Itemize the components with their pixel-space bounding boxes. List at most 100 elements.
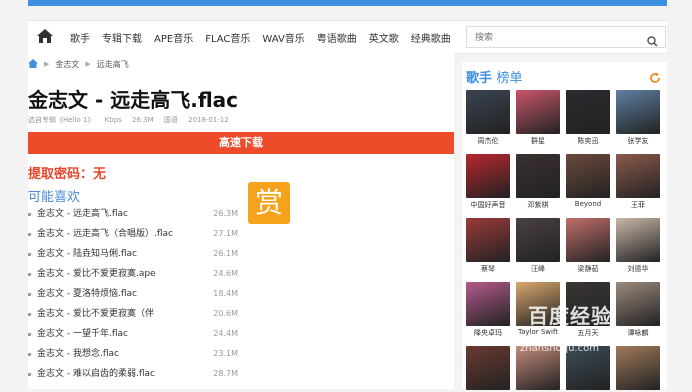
- artist-card[interactable]: 汪峰: [516, 218, 560, 274]
- artist-photo[interactable]: [616, 154, 660, 198]
- artist-name[interactable]: 邓紫棋: [516, 200, 560, 210]
- artist-card[interactable]: 群星: [516, 90, 560, 146]
- related-song-name[interactable]: 金志文 - 一望千年.flac: [37, 324, 202, 344]
- main-content: ▶ 金志文 ▶ 远走高飞 金志文 - 远走高飞.flac 选自专辑《Hello …: [28, 52, 454, 389]
- bullet-icon: [28, 373, 31, 376]
- artist-name[interactable]: 梁静茹: [566, 264, 610, 274]
- nav-item[interactable]: 英文歌: [369, 30, 399, 45]
- related-song-row[interactable]: 金志文 - 我想念.flac 23.1M: [28, 344, 238, 364]
- artist-card[interactable]: [466, 346, 510, 392]
- related-song-size: 26.1M: [213, 249, 238, 258]
- artist-photo[interactable]: [566, 154, 610, 198]
- meta-date: 2018-01-12: [188, 116, 229, 124]
- artist-name[interactable]: 中国好声音: [466, 200, 510, 210]
- related-song-size: 20.6M: [213, 309, 238, 318]
- nav-item[interactable]: WAV音乐: [262, 30, 304, 45]
- artist-photo[interactable]: [516, 90, 560, 134]
- refresh-icon[interactable]: [649, 69, 661, 83]
- nav-item[interactable]: 经典歌曲: [411, 30, 451, 45]
- artist-name[interactable]: 群星: [516, 136, 560, 146]
- artist-card[interactable]: 张学友: [616, 90, 660, 146]
- watermark-url: zhanshoqu.com: [520, 343, 599, 354]
- artist-photo[interactable]: [516, 218, 560, 262]
- artist-name[interactable]: 周杰伦: [466, 136, 510, 146]
- artist-card[interactable]: 陈奕迅: [566, 90, 610, 146]
- artist-name[interactable]: 谭咏麟: [616, 328, 660, 338]
- artist-card[interactable]: [616, 346, 660, 392]
- password-label: 提取密码：无: [28, 167, 107, 182]
- reward-button[interactable]: 赏: [248, 182, 290, 224]
- artist-name[interactable]: Beyond: [566, 200, 610, 208]
- artist-photo[interactable]: [566, 90, 610, 134]
- artist-name[interactable]: 张学友: [616, 136, 660, 146]
- artist-name[interactable]: 五月天: [566, 328, 610, 338]
- may-like-heading: 可能喜欢: [28, 190, 81, 205]
- artist-photo[interactable]: [616, 218, 660, 262]
- artist-photo[interactable]: [616, 346, 660, 390]
- related-song-name[interactable]: 金志文 - 难以启齿的柔弱.flac: [37, 364, 202, 384]
- download-button[interactable]: 高速下载: [28, 132, 454, 154]
- artist-name[interactable]: 蔡琴: [466, 264, 510, 274]
- related-song-list: 金志文 - 远走高飞.flac 26.3M 金志文 - 远走高飞（合唱版）.flac…: [28, 204, 238, 384]
- artist-card[interactable]: Beyond: [566, 154, 610, 208]
- related-song-row[interactable]: 金志文 - 远走高飞（合唱版）.flac 27.1M: [28, 224, 238, 244]
- artist-photo[interactable]: [466, 90, 510, 134]
- artist-photo[interactable]: [466, 154, 510, 198]
- artist-photo[interactable]: [516, 154, 560, 198]
- nav-item[interactable]: 专辑下载: [102, 30, 142, 45]
- breadcrumb-artist[interactable]: 金志文: [55, 59, 79, 70]
- artist-photo[interactable]: [466, 218, 510, 262]
- related-song-row[interactable]: 金志文 - 难以启齿的柔弱.flac 28.7M: [28, 364, 238, 384]
- related-song-name[interactable]: 金志文 - 陆垚知马俐.flac: [37, 244, 202, 264]
- meta-album[interactable]: 选自专辑《Hello 1》: [28, 116, 94, 124]
- panel-title-b: 榜单: [496, 71, 523, 86]
- artist-photo[interactable]: [566, 218, 610, 262]
- related-song-row[interactable]: 金志文 - 爱比不爱更寂寞（伴 20.6M: [28, 304, 238, 324]
- artist-name[interactable]: 陈奕迅: [566, 136, 610, 146]
- artist-photo[interactable]: [466, 346, 510, 390]
- artist-name[interactable]: 降央卓玛: [466, 328, 510, 338]
- search-input[interactable]: [473, 30, 637, 46]
- artist-name[interactable]: 汪峰: [516, 264, 560, 274]
- home-crumb-icon[interactable]: [28, 58, 38, 70]
- search-icon[interactable]: [647, 32, 658, 47]
- artist-photo[interactable]: [466, 282, 510, 326]
- artist-photo[interactable]: [616, 90, 660, 134]
- home-icon[interactable]: [36, 28, 54, 44]
- related-song-name[interactable]: 金志文 - 远走高飞（合唱版）.flac: [37, 224, 202, 244]
- related-song-size: 18.4M: [213, 289, 238, 298]
- nav-item[interactable]: 粤语歌曲: [317, 30, 357, 45]
- search-box[interactable]: [466, 26, 666, 48]
- artist-name[interactable]: 刘德华: [616, 264, 660, 274]
- related-song-row[interactable]: 金志文 - 陆垚知马俐.flac 26.1M: [28, 244, 238, 264]
- artist-name[interactable]: 王菲: [616, 200, 660, 210]
- bullet-icon: [28, 273, 31, 276]
- nav-item[interactable]: APE音乐: [154, 30, 193, 45]
- artist-card[interactable]: 邓紫棋: [516, 154, 560, 210]
- nav-menu: 歌手 专辑下载 APE音乐 FLAC音乐 WAV音乐 粤语歌曲 英文歌 经典歌曲: [70, 21, 463, 53]
- nav-item[interactable]: 歌手: [70, 30, 90, 45]
- artist-card[interactable]: 降央卓玛: [466, 282, 510, 338]
- artist-card[interactable]: 王菲: [616, 154, 660, 210]
- related-song-row[interactable]: 金志文 - 爱比不爱更寂寞.ape 24.6M: [28, 264, 238, 284]
- related-song-row[interactable]: 金志文 - 远走高飞.flac 26.3M: [28, 204, 238, 224]
- related-song-row[interactable]: 金志文 - 夏洛特烦恼.flac 18.4M: [28, 284, 238, 304]
- related-song-name[interactable]: 金志文 - 夏洛特烦恼.flac: [37, 284, 202, 304]
- related-song-name[interactable]: 金志文 - 我想念.flac: [37, 344, 202, 364]
- nav-item[interactable]: FLAC音乐: [205, 30, 250, 45]
- related-song-name[interactable]: 金志文 - 爱比不爱更寂寞.ape: [37, 264, 202, 284]
- artist-card[interactable]: 周杰伦: [466, 90, 510, 146]
- artist-card[interactable]: 刘德华: [616, 218, 660, 274]
- related-song-row[interactable]: 金志文 - 一望千年.flac 24.4M: [28, 324, 238, 344]
- related-song-size: 24.4M: [213, 329, 238, 338]
- artist-card[interactable]: 中国好声音: [466, 154, 510, 210]
- main-nav: 歌手 专辑下载 APE音乐 FLAC音乐 WAV音乐 粤语歌曲 英文歌 经典歌曲: [28, 20, 667, 54]
- artist-card[interactable]: 蔡琴: [466, 218, 510, 274]
- artist-card[interactable]: 梁静茹: [566, 218, 610, 274]
- artist-photo[interactable]: [616, 282, 660, 326]
- artist-name[interactable]: Taylor Swift: [516, 328, 560, 336]
- related-song-name[interactable]: 金志文 - 远走高飞.flac: [37, 204, 202, 224]
- song-meta: 选自专辑《Hello 1》 Kbps 26.3M 国语 2018-01-12: [28, 115, 237, 125]
- related-song-name[interactable]: 金志文 - 爱比不爱更寂寞（伴: [37, 304, 202, 324]
- artist-card[interactable]: 谭咏麟: [616, 282, 660, 338]
